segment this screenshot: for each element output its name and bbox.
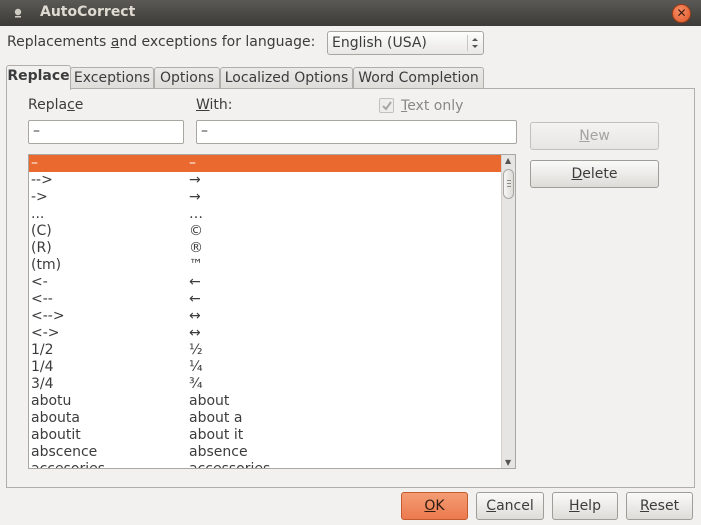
replace-cell: aboutit — [31, 427, 81, 443]
list-item[interactable]: abotu about — [29, 393, 515, 410]
scroll-up-icon[interactable]: ▲ — [505, 156, 511, 165]
with-cell: about a — [189, 410, 243, 426]
with-cell: … — [189, 206, 203, 222]
with-cell: about it — [189, 427, 244, 443]
delete-button[interactable]: Delete — [530, 160, 659, 188]
with-cell: ™ — [189, 257, 203, 273]
with-cell: © — [189, 223, 203, 239]
with-cell: ¼ — [189, 359, 203, 375]
replace-cell: 1/2 — [31, 342, 54, 358]
with-cell: ¾ — [189, 376, 203, 392]
replace-cell: <--> — [31, 308, 65, 324]
with-cell: → — [189, 189, 201, 205]
with-cell: about — [189, 393, 230, 409]
replace-cell: abouta — [31, 410, 80, 426]
replace-cell: --> — [31, 172, 53, 188]
text-only-label: Text only — [401, 98, 464, 114]
with-cell: ½ — [189, 342, 203, 358]
with-cell: ← — [189, 291, 201, 307]
title-bar: AutoCorrect ✕ — [0, 0, 701, 26]
new-button[interactable]: New — [530, 122, 659, 150]
check-icon — [382, 101, 392, 111]
close-icon: ✕ — [676, 6, 687, 20]
tab-exceptions[interactable]: Exceptions — [70, 67, 154, 89]
language-select-value: English (USA) — [332, 35, 427, 51]
cancel-button[interactable]: Cancel — [476, 492, 544, 520]
window-menu-icon[interactable] — [13, 7, 23, 19]
replace-cell: (C) — [31, 223, 52, 239]
replace-cell: (tm) — [31, 257, 62, 273]
with-cell: ↔ — [189, 308, 201, 324]
replace-cell: – — [31, 155, 38, 171]
language-label: Replacements and exceptions for language… — [7, 34, 316, 50]
replace-cell: 1/4 — [31, 359, 54, 375]
list-item[interactable]: – – — [29, 155, 515, 172]
list-item[interactable]: <-> ↔ — [29, 325, 515, 342]
tab-options[interactable]: Options — [154, 67, 220, 89]
list-item[interactable]: aboutit about it — [29, 427, 515, 444]
close-window-button[interactable]: ✕ — [672, 4, 691, 23]
replace-input[interactable]: – — [28, 120, 184, 144]
replace-cell: -> — [31, 189, 48, 205]
list-item[interactable]: accesories accessories — [29, 461, 515, 469]
list-item[interactable]: abouta about a — [29, 410, 515, 427]
ok-button[interactable]: OK — [401, 492, 468, 520]
with-cell: ↔ — [189, 325, 201, 341]
with-input[interactable]: – — [196, 120, 517, 144]
replace-cell: (R) — [31, 240, 52, 256]
replace-cell: abscence — [31, 444, 98, 460]
with-cell: → — [189, 172, 201, 188]
replace-cell: <- — [31, 274, 48, 290]
replace-cell: accesories — [31, 461, 105, 469]
list-item[interactable]: ... … — [29, 206, 515, 223]
replace-cell: <-> — [31, 325, 60, 341]
window-title: AutoCorrect — [40, 4, 136, 20]
with-label: With: — [196, 97, 233, 113]
text-only-checkbox[interactable] — [379, 98, 394, 113]
tab-word-completion[interactable]: Word Completion — [353, 67, 484, 89]
scroll-thumb[interactable] — [503, 169, 514, 199]
list-item[interactable]: -> → — [29, 189, 515, 206]
replacement-list[interactable]: – – --> → -> →...… (C) © (R) ® (tm) ™ <- ← <-- ← <--> ↔ <-… — [28, 154, 516, 469]
list-item[interactable]: <--> ↔ — [29, 308, 515, 325]
reset-button[interactable]: Reset — [626, 492, 693, 520]
list-item[interactable]: 1/2 ½ — [29, 342, 515, 359]
with-cell: ® — [189, 240, 203, 256]
replace-label: Replace — [28, 97, 84, 113]
list-item[interactable]: (tm) ™ — [29, 257, 515, 274]
replace-cell: <-- — [31, 291, 53, 307]
list-item[interactable]: (C) © — [29, 223, 515, 240]
tab-replace[interactable]: Replace — [6, 65, 71, 90]
replace-cell: abotu — [31, 393, 72, 409]
with-cell: absence — [189, 444, 248, 460]
scroll-down-icon[interactable]: ▼ — [505, 458, 511, 467]
list-item[interactable]: --> → — [29, 172, 515, 189]
replace-cell: ... — [31, 206, 45, 222]
with-cell: ← — [189, 274, 201, 290]
list-item[interactable]: abscence absence — [29, 444, 515, 461]
spin-arrows-icon — [467, 35, 479, 51]
with-cell: – — [189, 155, 196, 171]
replace-cell: 3/4 — [31, 376, 54, 392]
list-item[interactable]: 1/4 ¼ — [29, 359, 515, 376]
with-cell: accessories — [189, 461, 271, 469]
list-item[interactable]: <-- ← — [29, 291, 515, 308]
tab-localized-options[interactable]: Localized Options — [220, 67, 353, 89]
help-button[interactable]: Help — [552, 492, 618, 520]
list-scrollbar[interactable]: ▲ ▼ — [501, 155, 515, 468]
list-item[interactable]: 3/4 ¾ — [29, 376, 515, 393]
list-item[interactable]: <- ← — [29, 274, 515, 291]
language-select[interactable]: English (USA) — [327, 31, 484, 55]
list-item[interactable]: (R) ® — [29, 240, 515, 257]
